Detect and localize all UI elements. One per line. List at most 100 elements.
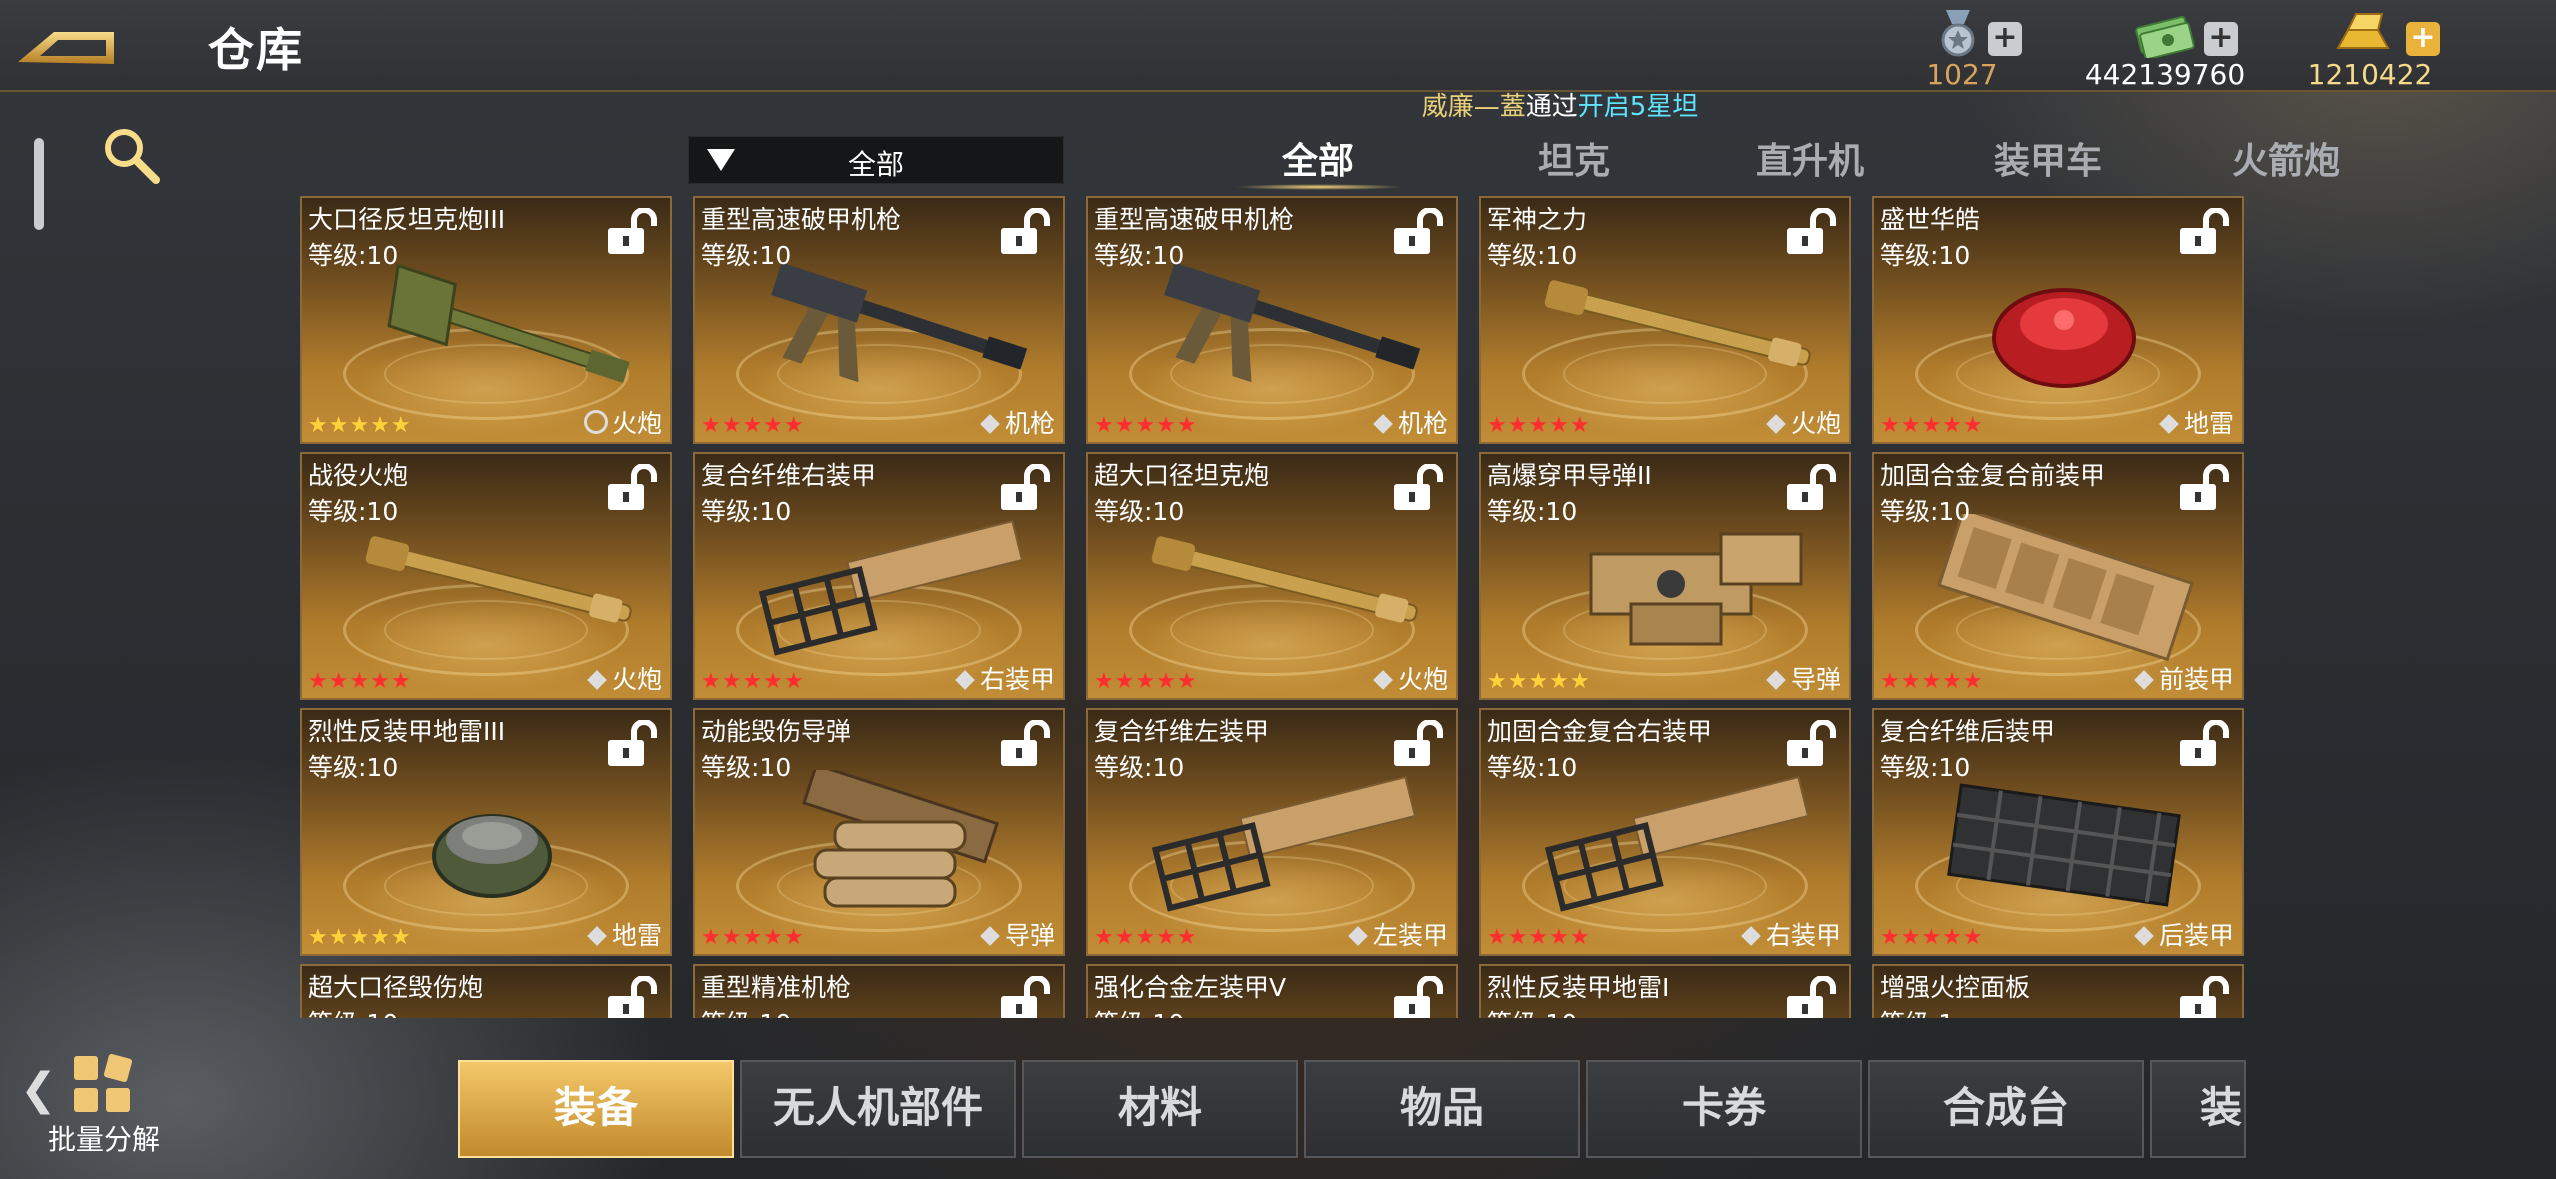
item-level: 等级:10 (1094, 241, 1185, 270)
unlock-icon[interactable] (1390, 208, 1446, 256)
unlock-icon[interactable] (2176, 720, 2232, 768)
item-level: 等级:10 (1094, 497, 1185, 526)
cannon-barrel-icon (1151, 536, 1418, 623)
medal-add-button[interactable]: + (1988, 22, 2022, 56)
tab-armored-vehicle[interactable]: 装甲车 (1994, 132, 2102, 184)
item-card[interactable]: 超大口径毁伤炮等级:10 (300, 964, 672, 1018)
item-name: 动能毁伤导弹 (701, 717, 852, 746)
item-level: 等级:10 (1094, 1004, 1184, 1018)
bottom-tab-equipment[interactable]: 装备 (458, 1060, 734, 1158)
type-diamond-icon (980, 926, 1000, 946)
item-card[interactable]: 超大口径坦克炮 等级:10 ★★★★★ 火炮 (1086, 452, 1458, 700)
item-level: 等级:10 (1880, 497, 1971, 526)
item-card[interactable]: 军神之力 等级:10 ★★★★★ 火炮 (1479, 196, 1851, 444)
bottom-tab-vouchers[interactable]: 卡券 (1586, 1060, 1862, 1158)
unlock-icon[interactable] (997, 208, 1053, 256)
type-diamond-icon (1766, 670, 1786, 690)
chevron-left-icon: ❮ (20, 1064, 57, 1115)
vertical-scrollbar[interactable] (34, 138, 44, 230)
unlock-icon[interactable] (2176, 464, 2232, 512)
unlock-icon[interactable] (1783, 464, 1839, 512)
bottom-tab-synthesis[interactable]: 合成台 (1868, 1060, 2144, 1158)
unlock-icon[interactable] (1783, 720, 1839, 768)
type-diamond-icon (1348, 926, 1368, 946)
item-level: 等级:10 (701, 753, 792, 782)
missile-pod-icon (802, 770, 999, 908)
item-card[interactable]: 重型高速破甲机枪 等级:10 ★★★★★ 机枪 (1086, 196, 1458, 444)
filter-dropdown[interactable]: 全部 (688, 136, 1064, 184)
item-card[interactable]: 高爆穿甲导弹II 等级:10 ★★★★★ 导弹 (1479, 452, 1851, 700)
search-icon[interactable] (96, 120, 166, 190)
tab-all[interactable]: 全部 (1282, 132, 1354, 184)
unlock-icon[interactable] (997, 464, 1053, 512)
item-grid[interactable]: 大口径反坦克炮III 等级:10 ★★★★★ 火炮 重型高速破甲机枪 等级:10 ★★★★★… (300, 196, 2260, 1018)
gold-currency: + 1210422 (2300, 8, 2440, 92)
item-card[interactable]: 复合纤维右装甲 等级:10 ★★★★★ 右装甲 (693, 452, 1065, 700)
item-level: 等级:10 (701, 1004, 791, 1018)
item-card[interactable]: 强化合金左装甲V 等级:10 (1086, 964, 1458, 1018)
bottom-tab-more[interactable]: 装 (2150, 1060, 2246, 1158)
unlock-icon[interactable] (2176, 976, 2232, 1018)
item-card[interactable]: 加固合金复合前装甲 等级:10 ★★★★★ 前装甲 (1872, 452, 2244, 700)
bottom-tab-drone-parts[interactable]: 无人机部件 (740, 1060, 1016, 1158)
unlock-icon[interactable] (604, 464, 660, 512)
item-card[interactable]: 盛世华皓 等级:10 ★★★★★ 地雷 (1872, 196, 2244, 444)
unlock-icon[interactable] (1390, 464, 1446, 512)
item-level: 等级:10 (1487, 1004, 1577, 1018)
item-card[interactable]: 战役火炮 等级:10 ★★★★★ 火炮 (300, 452, 672, 700)
unlock-icon[interactable] (1783, 208, 1839, 256)
item-name: 盛世华皓 (1880, 205, 1981, 234)
item-card[interactable]: 加固合金复合右装甲 等级:10 ★★★★★ 右装甲 (1479, 708, 1851, 956)
item-type: 前装甲 (2134, 660, 2234, 696)
medal-value: 1027 (1926, 58, 1998, 91)
bottom-tab-materials[interactable]: 材料 (1022, 1060, 1298, 1158)
item-card[interactable]: 烈性反装甲地雷I 等级:10 (1479, 964, 1851, 1018)
item-level: 等级:10 (701, 497, 792, 526)
item-card[interactable]: 烈性反装甲地雷III 等级:10 ★★★★★ 地雷 (300, 708, 672, 956)
unlock-icon[interactable] (997, 720, 1053, 768)
gold-bar-icon (2336, 13, 2390, 49)
back-button[interactable] (14, 12, 118, 72)
type-circle-icon (583, 410, 608, 434)
item-type-label: 地雷 (2183, 409, 2234, 438)
item-level: 等级:10 (1094, 753, 1185, 782)
item-card[interactable]: 重型高速破甲机枪 等级:10 ★★★★★ 机枪 (693, 196, 1065, 444)
item-stars: ★★★★★ (701, 413, 805, 438)
bottom-tab-items[interactable]: 物品 (1304, 1060, 1580, 1158)
item-level: 等级:10 (308, 753, 399, 782)
unlock-icon[interactable] (1390, 976, 1446, 1018)
item-level: 等级:1 (1880, 1004, 1954, 1018)
item-card[interactable]: 重型精准机枪等级:10 (693, 964, 1065, 1018)
green-mine-icon (432, 814, 552, 898)
unlock-icon[interactable] (2176, 208, 2232, 256)
item-type: 火炮 (1766, 404, 1841, 440)
item-card[interactable]: 动能毁伤导弹 等级:10 ★★★★★ 导弹 (693, 708, 1065, 956)
tab-rocket-artillery[interactable]: 火箭炮 (2232, 132, 2340, 184)
item-stars: ★★★★★ (308, 413, 412, 438)
unlock-icon[interactable] (604, 208, 660, 256)
heavy-machine-gun-icon (771, 262, 1028, 383)
item-type-label: 机枪 (1397, 409, 1448, 438)
unlock-icon[interactable] (604, 976, 660, 1018)
unlock-icon[interactable] (604, 720, 660, 768)
item-card[interactable]: 复合纤维左装甲 等级:10 ★★★★★ 左装甲 (1086, 708, 1458, 956)
item-name: 烈性反装甲地雷III (308, 717, 506, 746)
item-name: 复合纤维左装甲 (1094, 717, 1270, 746)
gold-add-button[interactable]: + (2406, 22, 2440, 56)
tab-helicopter[interactable]: 直升机 (1756, 132, 1864, 184)
gold-value: 1210422 (2307, 58, 2433, 91)
unlock-icon[interactable] (1783, 976, 1839, 1018)
item-level: 等级:10 (1487, 497, 1578, 526)
medal-currency: + 1027 (1918, 8, 2038, 92)
unlock-icon[interactable] (1390, 720, 1446, 768)
item-card[interactable]: 大口径反坦克炮III 等级:10 ★★★★★ 火炮 (300, 196, 672, 444)
item-card[interactable]: 复合纤维后装甲 等级:10 ★★★★★ 后装甲 (1872, 708, 2244, 956)
bulk-dismantle-button[interactable]: ❮ 批量分解 (20, 1052, 170, 1162)
type-diamond-icon (1741, 926, 1761, 946)
item-type-label: 后装甲 (2158, 921, 2234, 950)
item-type: 火炮 (1373, 660, 1448, 696)
unlock-icon[interactable] (997, 976, 1053, 1018)
cash-add-button[interactable]: + (2204, 22, 2238, 56)
item-card[interactable]: 增强火控面板等级:1 (1872, 964, 2244, 1018)
tab-tank[interactable]: 坦克 (1538, 132, 1610, 184)
